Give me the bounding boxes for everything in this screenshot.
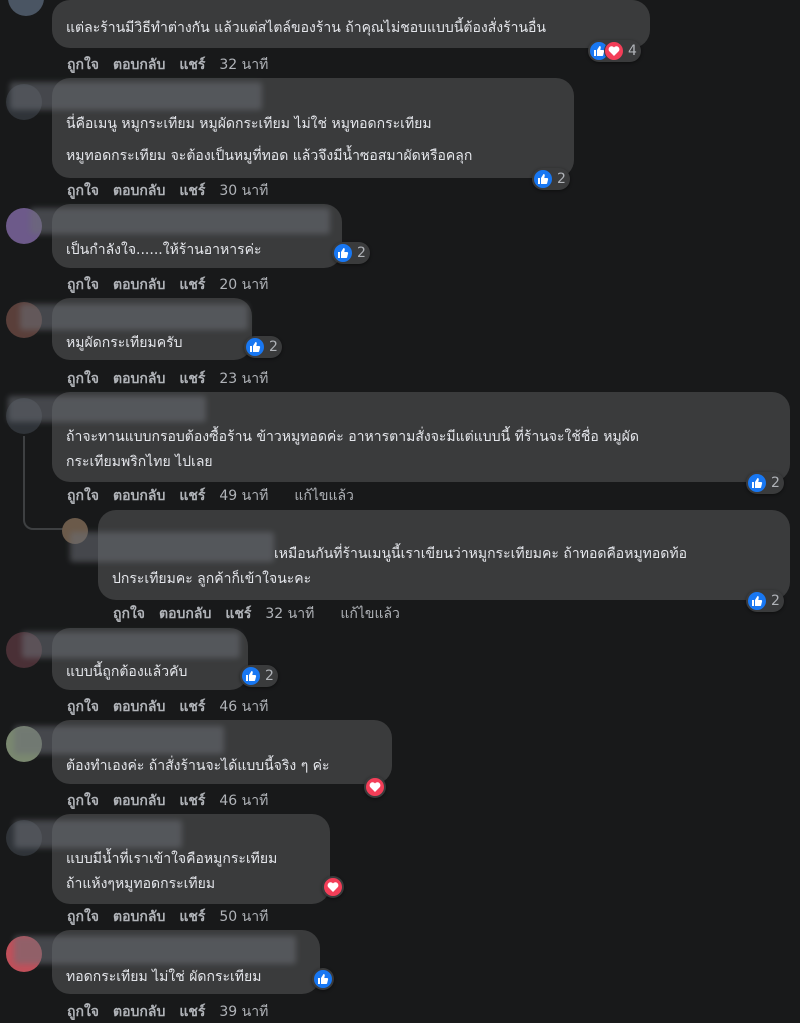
- reaction-summary[interactable]: 2: [332, 242, 370, 264]
- love-reaction-icon: [604, 41, 624, 61]
- comment-text: แบบนี้ถูกต้องแล้วคับ: [66, 664, 188, 680]
- reaction-count: 2: [771, 475, 780, 491]
- reaction-summary[interactable]: [364, 776, 386, 798]
- share-button[interactable]: แชร์: [179, 371, 205, 387]
- reply-button[interactable]: ตอบกลับ: [113, 1004, 165, 1020]
- reaction-count: 2: [357, 245, 366, 261]
- reaction-summary[interactable]: 4: [588, 40, 641, 62]
- comment-actions: ถูกใจ ตอบกลับ แชร์ 20 นาที: [67, 274, 282, 296]
- like-button[interactable]: ถูกใจ: [67, 57, 99, 73]
- reaction-summary[interactable]: 2: [746, 472, 784, 494]
- like-reaction-icon: [333, 243, 353, 263]
- reply-button[interactable]: ตอบกลับ: [113, 57, 165, 73]
- like-reaction-icon: [747, 591, 767, 611]
- share-button[interactable]: แชร์: [179, 488, 205, 504]
- comment-actions: ถูกใจ ตอบกลับ แชร์ 49 นาที แก้ไขแล้ว: [67, 485, 368, 507]
- love-reaction-icon: [365, 777, 385, 797]
- comment-actions: ถูกใจ ตอบกลับ แชร์ 32 นาที แก้ไขแล้ว: [113, 603, 414, 625]
- reply-button[interactable]: ตอบกลับ: [159, 606, 211, 622]
- share-button[interactable]: แชร์: [179, 183, 205, 199]
- reply-button[interactable]: ตอบกลับ: [113, 183, 165, 199]
- comment-text: กระเทียมพริกไทย ไปเลย: [66, 454, 213, 470]
- reply-button[interactable]: ตอบกลับ: [113, 277, 165, 293]
- like-button[interactable]: ถูกใจ: [67, 699, 99, 715]
- timestamp[interactable]: 23 นาที: [219, 371, 268, 387]
- comment-actions: ถูกใจ ตอบกลับ แชร์ 46 นาที: [67, 696, 282, 718]
- comment-text: ต้องทำเองค่ะ ถ้าสั่งร้านจะได้แบบนี้จริง …: [66, 758, 330, 774]
- like-button[interactable]: ถูกใจ: [67, 909, 99, 925]
- love-reaction-icon: [323, 877, 343, 897]
- reaction-count: 2: [265, 668, 274, 684]
- comment-text: นี่คือเมนู หมูกระเทียม หมูผัดกระเทียม ไม…: [66, 116, 432, 132]
- commenter-name[interactable]: [30, 208, 330, 234]
- comment-text: ปกระเทียมคะ ลูกค้าก็เข้าใจนะคะ: [112, 571, 312, 587]
- like-reaction-icon: [313, 969, 333, 989]
- timestamp[interactable]: 20 นาที: [219, 277, 268, 293]
- reply-button[interactable]: ตอบกลับ: [113, 699, 165, 715]
- comment-text: แต่ละร้านมีวิธีทำต่างกัน แล้วแต่สไตล์ของ…: [66, 20, 546, 36]
- reaction-summary[interactable]: [312, 968, 334, 990]
- share-button[interactable]: แชร์: [179, 277, 205, 293]
- reply-button[interactable]: ตอบกลับ: [113, 488, 165, 504]
- comment-text: หมูผัดกระเทียมครับ: [66, 335, 183, 351]
- like-reaction-icon: [747, 473, 767, 493]
- commenter-name[interactable]: [14, 936, 296, 964]
- like-reaction-icon: [245, 337, 265, 357]
- comment-text: ถ้าแห้งๆหมูทอดกระเทียม: [66, 876, 216, 892]
- like-reaction-icon: [241, 666, 261, 686]
- reply-button[interactable]: ตอบกลับ: [113, 371, 165, 387]
- share-button[interactable]: แชร์: [179, 909, 205, 925]
- timestamp[interactable]: 39 นาที: [219, 1004, 268, 1020]
- timestamp[interactable]: 30 นาที: [219, 183, 268, 199]
- commenter-name[interactable]: [70, 532, 274, 562]
- reaction-count: 2: [557, 171, 566, 187]
- like-button[interactable]: ถูกใจ: [67, 488, 99, 504]
- comment-actions: ถูกใจ ตอบกลับ แชร์ 23 นาที: [67, 368, 282, 390]
- timestamp[interactable]: 50 นาที: [219, 909, 268, 925]
- comment-text: เป็นกำลังใจ......ให้ร้านอาหารค่ะ: [66, 242, 262, 258]
- commenter-name[interactable]: [22, 632, 240, 658]
- comment-actions: ถูกใจ ตอบกลับ แชร์ 30 นาที: [67, 180, 282, 202]
- share-button[interactable]: แชร์: [179, 699, 205, 715]
- timestamp[interactable]: 46 นาที: [219, 699, 268, 715]
- reply-button[interactable]: ตอบกลับ: [113, 793, 165, 809]
- like-button[interactable]: ถูกใจ: [67, 371, 99, 387]
- reaction-summary[interactable]: [322, 876, 344, 898]
- reply-button[interactable]: ตอบกลับ: [113, 909, 165, 925]
- comment-text: หมูทอดกระเทียม จะต้องเป็นหมูที่ทอด แล้วจ…: [66, 148, 473, 164]
- like-button[interactable]: ถูกใจ: [67, 1004, 99, 1020]
- comment-text: ทอดกระเทียม ไม่ใช่ ผัดกระเทียม: [66, 969, 262, 985]
- avatar[interactable]: [8, 0, 44, 16]
- share-button[interactable]: แชร์: [179, 793, 205, 809]
- reaction-count: 4: [628, 43, 637, 59]
- share-button[interactable]: แชร์: [179, 57, 205, 73]
- reaction-summary[interactable]: 2: [244, 336, 282, 358]
- timestamp[interactable]: 32 นาที: [265, 606, 314, 622]
- comment-actions: ถูกใจ ตอบกลับ แชร์ 46 นาที: [67, 790, 282, 812]
- edited-label[interactable]: แก้ไขแล้ว: [294, 488, 354, 504]
- reaction-count: 2: [771, 593, 780, 609]
- share-button[interactable]: แชร์: [225, 606, 251, 622]
- edited-label[interactable]: แก้ไขแล้ว: [340, 606, 400, 622]
- like-button[interactable]: ถูกใจ: [67, 793, 99, 809]
- share-button[interactable]: แชร์: [179, 1004, 205, 1020]
- commenter-name[interactable]: [8, 396, 206, 422]
- timestamp[interactable]: 46 นาที: [219, 793, 268, 809]
- like-button[interactable]: ถูกใจ: [67, 183, 99, 199]
- timestamp[interactable]: 32 นาที: [219, 57, 268, 73]
- comment-actions: ถูกใจ ตอบกลับ แชร์ 32 นาที: [67, 54, 282, 76]
- like-button[interactable]: ถูกใจ: [67, 277, 99, 293]
- timestamp[interactable]: 49 นาที: [219, 488, 268, 504]
- reaction-count: 2: [269, 339, 278, 355]
- commenter-name[interactable]: [10, 82, 262, 110]
- reaction-summary[interactable]: 2: [532, 168, 570, 190]
- like-reaction-icon: [533, 169, 553, 189]
- reaction-summary[interactable]: 2: [240, 665, 278, 687]
- reaction-summary[interactable]: 2: [746, 590, 784, 612]
- comment-actions: ถูกใจ ตอบกลับ แชร์ 50 นาที: [67, 906, 282, 928]
- like-button[interactable]: ถูกใจ: [113, 606, 145, 622]
- comment-text: เหมือนกันที่ร้านเมนูนี้เราเขียนว่าหมูกระ…: [274, 546, 688, 562]
- comment-actions: ถูกใจ ตอบกลับ แชร์ 39 นาที: [67, 1001, 282, 1023]
